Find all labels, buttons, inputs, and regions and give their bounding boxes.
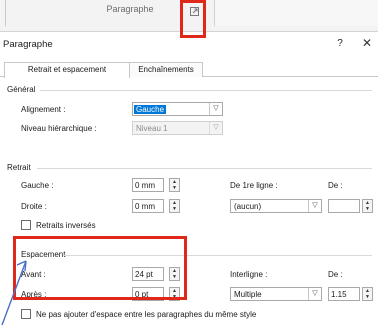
ribbon-separator [5,0,6,26]
tab-indents-spacing[interactable]: Retrait et espacement [4,62,130,78]
highlight-box-spacing [13,236,187,300]
chevron-down-icon: ▽ [308,288,321,300]
first-line-by-value[interactable] [328,199,360,213]
chevron-down-icon: ▽ [209,122,222,134]
dont-add-space-label: Ne pas ajouter d'espace entre les paragr… [36,310,257,319]
spin-arrows-icon[interactable]: ▲ ▼ [362,287,373,301]
indent-left-value[interactable]: 0 mm [132,178,164,192]
help-button[interactable]: ? [334,38,346,49]
mirror-indents-label: Retraits inversés [36,221,96,230]
chevron-down-icon: ▽ [209,103,222,115]
first-line-by-label: De : [328,181,343,190]
spin-arrows-icon[interactable]: ▲ ▼ [362,199,373,213]
chevron-down-icon: ▽ [308,200,321,212]
alignment-select[interactable]: Gauche ▽ [132,102,223,116]
ribbon-group-label: Paragraphe [106,4,154,14]
outline-level-select[interactable]: Niveau 1 ▽ [132,121,223,135]
first-line-select[interactable]: (aucun) ▽ [230,199,322,213]
alignment-label: Alignement : [21,105,66,114]
line-spacing-at-label: De : [328,270,343,279]
indent-left-label: Gauche : [21,181,54,190]
alignment-value: Gauche [134,105,167,114]
line-spacing-value: Multiple [234,290,262,299]
indent-right-value[interactable]: 0 mm [132,199,164,213]
first-line-value: (aucun) [234,202,262,211]
dialog-title: Paragraphe [3,39,53,50]
tab-line-page-breaks[interactable]: Enchaînements [129,62,203,77]
outline-level-label: Niveau hiérarchique : [21,124,97,133]
tab-bar: Retrait et espacement Enchaînements [0,62,378,78]
highlight-box-launcher [180,0,206,38]
arrow-pointer-icon [1,260,27,326]
section-general-divider [40,90,372,91]
line-spacing-label: Interligne : [230,270,268,279]
spin-arrows-icon[interactable]: ▲ ▼ [169,178,180,192]
outline-level-value: Niveau 1 [136,124,168,133]
section-indent-divider [37,168,372,169]
section-general-label: Général [7,85,36,94]
mirror-indents-checkbox[interactable] [21,220,31,230]
line-spacing-at-value[interactable]: 1.15 [328,287,360,301]
first-line-label: De 1re ligne : [230,181,278,190]
spin-arrows-icon[interactable]: ▲ ▼ [169,199,180,213]
section-indent-label: Retrait [7,163,31,172]
indent-right-label: Droite : [21,202,47,211]
line-spacing-select[interactable]: Multiple ▽ [230,287,322,301]
ribbon-next-group [214,0,378,26]
close-button[interactable]: ✕ [360,36,374,50]
